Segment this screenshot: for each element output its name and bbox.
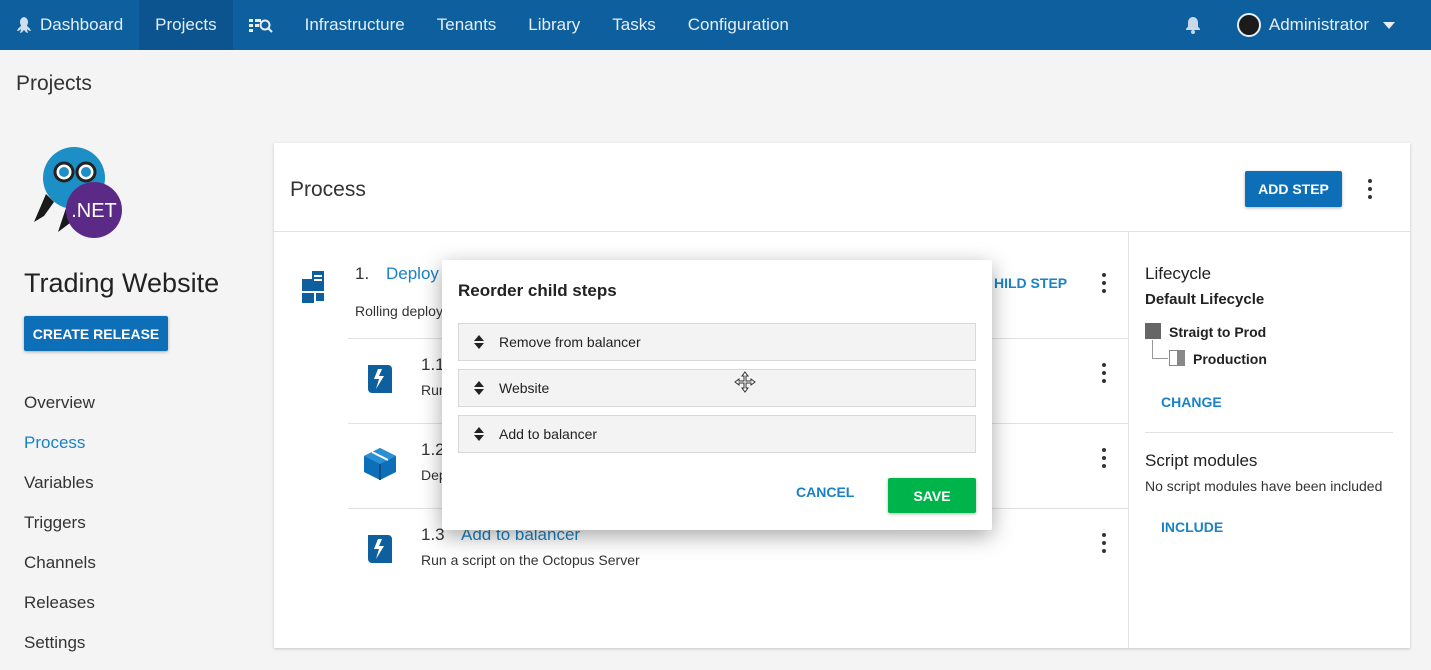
sort-handle-icon[interactable] xyxy=(474,427,484,441)
reorder-item[interactable]: Add to balancer xyxy=(458,415,976,453)
reorder-item-label: Website xyxy=(499,380,550,396)
reorder-item-label: Add to balancer xyxy=(499,426,598,442)
reorder-dialog: Reorder child steps Remove from balancer… xyxy=(442,260,992,530)
reorder-item-label: Remove from balancer xyxy=(499,334,641,350)
dialog-title: Reorder child steps xyxy=(458,281,617,300)
save-button[interactable]: SAVE xyxy=(888,478,976,513)
sort-handle-icon[interactable] xyxy=(474,335,484,349)
cancel-button[interactable]: CANCEL xyxy=(796,484,854,500)
sort-handle-icon[interactable] xyxy=(474,381,484,395)
move-cursor-icon xyxy=(734,371,756,393)
reorder-item[interactable]: Website xyxy=(458,369,976,407)
reorder-item[interactable]: Remove from balancer xyxy=(458,323,976,361)
